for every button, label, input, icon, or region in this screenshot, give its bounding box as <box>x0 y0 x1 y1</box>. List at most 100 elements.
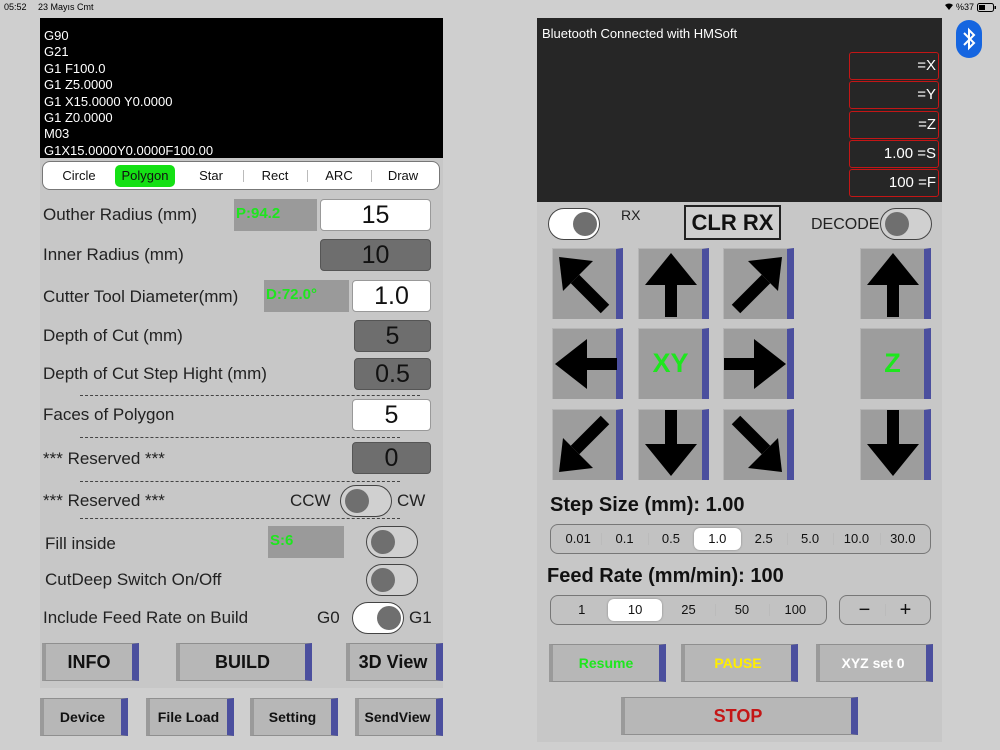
steps-readout: S:6 <box>268 526 344 558</box>
tab-draw[interactable]: Draw <box>371 165 435 187</box>
decode-toggle[interactable] <box>880 208 932 240</box>
jog-down-left-button[interactable] <box>552 409 623 480</box>
arrow-up-right-icon <box>731 257 782 314</box>
cutdeep-label: CutDeep Switch On/Off <box>45 570 222 589</box>
cw-label: CW <box>397 491 426 510</box>
gcode-line: G21 <box>44 44 69 60</box>
device-button[interactable]: Device <box>40 698 128 736</box>
step-option[interactable]: 5.0 <box>786 528 833 550</box>
feed-option[interactable]: 25 <box>662 599 715 621</box>
file-load-button[interactable]: File Load <box>146 698 234 736</box>
step-option[interactable]: 0.1 <box>601 528 647 550</box>
xy-home-button[interactable]: XY <box>638 328 709 399</box>
fill-inside-toggle[interactable] <box>366 526 418 558</box>
tab-rect[interactable]: Rect <box>243 165 307 187</box>
resume-button[interactable]: Resume <box>549 644 666 682</box>
rx-label: RX <box>621 207 641 223</box>
bluetooth-status: Bluetooth Connected with HMSoft <box>542 26 738 41</box>
gcode-line: G90 <box>44 28 69 43</box>
arrow-up-left-icon <box>559 257 610 314</box>
status-bar: 05:52 23 Mayıs Cmt %37 <box>0 0 1000 14</box>
cutdeep-toggle[interactable] <box>366 564 418 596</box>
status-battery: %37 <box>956 2 975 12</box>
jog-z-up-button[interactable] <box>860 248 931 319</box>
divider <box>80 437 400 438</box>
tab-polygon[interactable]: Polygon <box>115 164 175 187</box>
build-button[interactable]: BUILD <box>176 643 312 681</box>
step-option[interactable]: 30.0 <box>879 528 926 550</box>
send-view-button[interactable]: SendView <box>355 698 443 736</box>
x-readout: =X <box>849 52 939 80</box>
jog-right-button[interactable] <box>723 328 794 399</box>
g1-label: G1 <box>409 608 432 627</box>
arrow-right-icon <box>724 339 786 389</box>
inner-radius-input[interactable]: 10 <box>320 239 431 271</box>
tab-circle[interactable]: Circle <box>47 165 111 187</box>
jog-up-button[interactable] <box>638 248 709 319</box>
tab-star[interactable]: Star <box>179 165 243 187</box>
feed-option[interactable]: 50 <box>715 599 768 621</box>
feed-option[interactable]: 1 <box>555 599 608 621</box>
divider <box>80 518 400 519</box>
3d-view-button[interactable]: 3D View <box>346 643 443 681</box>
gcode-terminal[interactable]: G90 G21 G1 F100.0 G1 Z5.0000 G1 X15.0000… <box>40 18 443 158</box>
arrow-up-icon <box>645 253 697 317</box>
rx-toggle[interactable] <box>548 208 600 240</box>
z-label: Z <box>884 348 901 378</box>
outer-radius-input[interactable]: 15 <box>320 199 431 231</box>
step-option[interactable]: 2.5 <box>741 528 787 550</box>
reserved1-input[interactable]: 0 <box>352 442 431 474</box>
step-option[interactable]: 0.01 <box>555 528 601 550</box>
z-home-button[interactable]: Z <box>860 328 931 399</box>
arrow-up-icon <box>867 253 919 317</box>
angle-readout: D:72.0° <box>264 280 349 312</box>
feed-option[interactable]: 100 <box>768 599 822 621</box>
gcode-line: G1 Z5.0000 <box>44 77 113 93</box>
bluetooth-icon[interactable] <box>956 20 982 58</box>
jog-down-right-button[interactable] <box>723 409 794 480</box>
arrow-down-icon <box>645 410 697 476</box>
cutter-diameter-input[interactable]: 1.0 <box>352 280 431 312</box>
stop-button[interactable]: STOP <box>621 697 858 735</box>
faces-input[interactable]: 5 <box>352 399 431 431</box>
divider <box>80 395 420 396</box>
decode-label: DECODE <box>811 216 880 233</box>
gcode-line: M03 <box>44 126 70 142</box>
depth-step-label: Depth of Cut Step Hight (mm) <box>43 364 267 383</box>
feedrate-build-label: Include Feed Rate on Build <box>43 608 249 627</box>
jog-up-right-button[interactable] <box>723 248 794 319</box>
arrow-down-icon <box>867 410 919 476</box>
feed-stepper: − + <box>839 595 931 625</box>
info-button[interactable]: INFO <box>42 643 139 681</box>
direction-toggle[interactable] <box>340 485 392 517</box>
y-readout: =Y <box>849 81 939 109</box>
step-size-selector: 0.01 0.1 0.5 1.0 2.5 5.0 10.0 30.0 <box>550 524 931 554</box>
xyz-set-zero-button[interactable]: XYZ set 0 <box>816 644 933 682</box>
feedrate-toggle[interactable] <box>352 602 404 634</box>
pause-button[interactable]: PAUSE <box>681 644 798 682</box>
jog-down-button[interactable] <box>638 409 709 480</box>
feed-decrease-button[interactable]: − <box>844 599 885 621</box>
feed-option-selected[interactable]: 10 <box>608 599 662 621</box>
depth-of-cut-label: Depth of Cut (mm) <box>43 326 183 345</box>
step-option[interactable]: 0.5 <box>647 528 694 550</box>
depth-step-input[interactable]: 0.5 <box>354 358 431 390</box>
jog-z-down-button[interactable] <box>860 409 931 480</box>
feed-rate-selector: 1 10 25 50 100 <box>550 595 827 625</box>
jog-left-button[interactable] <box>552 328 623 399</box>
feed-rate-title: Feed Rate (mm/min): 100 <box>547 565 784 587</box>
clear-rx-button[interactable]: CLR RX <box>684 205 781 240</box>
faces-label: Faces of Polygon <box>43 405 175 424</box>
fill-inside-label: Fill inside <box>45 534 116 553</box>
step-option-selected[interactable]: 1.0 <box>694 528 741 550</box>
tab-arc[interactable]: ARC <box>307 165 371 187</box>
status-date: 23 Mayıs Cmt <box>38 2 94 12</box>
perimeter-readout: P:94.2 <box>234 199 317 231</box>
step-option[interactable]: 10.0 <box>833 528 879 550</box>
arrow-left-icon <box>555 339 617 389</box>
depth-of-cut-input[interactable]: 5 <box>354 320 431 352</box>
jog-up-left-button[interactable] <box>552 248 623 319</box>
g0-label: G0 <box>317 608 340 627</box>
feed-increase-button[interactable]: + <box>885 599 926 621</box>
setting-button[interactable]: Setting <box>250 698 338 736</box>
